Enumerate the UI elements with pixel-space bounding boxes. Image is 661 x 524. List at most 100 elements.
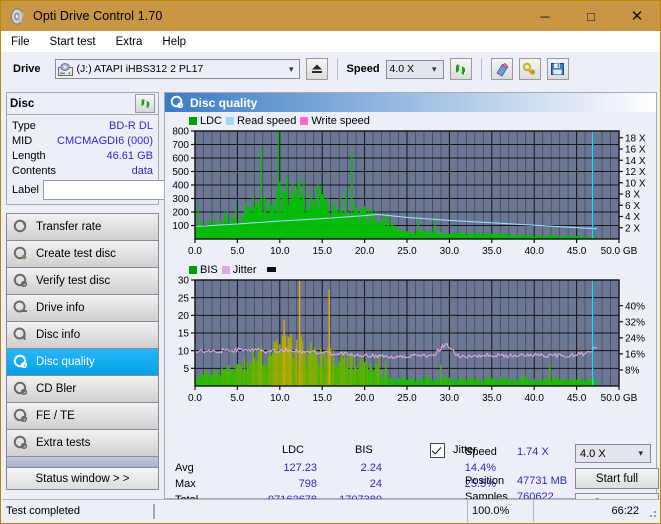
refresh-icon	[141, 98, 149, 109]
disc-row-type: Type BD-R DL	[12, 118, 153, 133]
resize-grip-icon[interactable]	[643, 504, 657, 518]
sidebar-item-transfer-rate[interactable]: Transfer rate	[7, 214, 158, 241]
drive-label: Drive	[13, 63, 41, 75]
speed-stat-label: Speed	[465, 446, 497, 458]
toolbar-divider-1	[336, 58, 338, 80]
disc-panel-title: Disc	[10, 97, 35, 110]
maximize-button[interactable]: □	[568, 1, 614, 31]
svg-text:8%: 8%	[625, 366, 640, 377]
svg-text:200: 200	[172, 208, 189, 219]
disc-key: Length	[12, 149, 46, 162]
speed-select[interactable]: 4.0 X ▾	[385, 59, 444, 79]
disc-quality-panel: Disc quality LDC Read speed Write speed	[164, 92, 659, 514]
drive-select[interactable]: (J:) ATAPI iHBS312 2 PL17 ▾	[54, 59, 300, 79]
extra-tests-icon	[13, 435, 28, 452]
app-window: Opti Drive Control 1.70 ─ □ ✕ File Start…	[0, 0, 661, 524]
svg-text:35.0: 35.0	[482, 246, 502, 257]
start-full-button[interactable]: Start full	[575, 468, 659, 489]
legend-bottom-chart: BIS Jitter	[165, 259, 656, 276]
status-window-button[interactable]: Status window > >	[6, 468, 159, 490]
save-button[interactable]	[546, 58, 569, 80]
minimize-button[interactable]: ─	[522, 1, 568, 31]
svg-text:40.0: 40.0	[524, 393, 544, 404]
speed-stat-value: 1.74 X	[517, 446, 549, 458]
sidebar-item-disc-info[interactable]: Disc info	[7, 322, 158, 349]
sidebar-item-label: Disc quality	[36, 356, 95, 368]
nav-spacer	[7, 457, 158, 468]
status-message: Test completed	[6, 505, 80, 517]
svg-text:30.0: 30.0	[440, 393, 460, 404]
panel-header: Disc quality	[165, 93, 656, 112]
disc-key: Type	[12, 119, 36, 132]
stats-header-ldc: LDC	[282, 444, 305, 456]
svg-text:4 X: 4 X	[625, 212, 640, 223]
svg-text:32%: 32%	[625, 317, 645, 328]
sidebar-item-cd-bler[interactable]: CD Bler	[7, 376, 158, 403]
stats-header-bis: BIS	[355, 444, 373, 456]
disc-row-contents: Contents data	[12, 163, 153, 178]
refresh-button[interactable]	[449, 58, 472, 80]
legend-item-ldc: LDC	[189, 115, 222, 127]
svg-text:30.0: 30.0	[440, 246, 460, 257]
test-speed-select[interactable]: 4.0 X ▾	[575, 444, 651, 463]
stats-row-max-label: Max	[175, 478, 196, 490]
eject-button[interactable]	[305, 58, 328, 80]
disc-refresh-button[interactable]	[135, 94, 155, 113]
menu-file[interactable]: File	[8, 35, 33, 49]
disc-value: 46.61 GB	[106, 149, 153, 162]
menu-help[interactable]: Help	[159, 35, 189, 49]
stats-row-avg-label: Avg	[175, 462, 194, 474]
sidebar-item-create-test-disc[interactable]: Create test disc	[7, 241, 158, 268]
progress-bar	[153, 503, 155, 519]
elapsed-time: 66:22	[533, 500, 643, 522]
ldc-chart: 100 200 300 400 500 600 700 800 2 X4 X6 X8 X 10 X…	[165, 127, 656, 259]
svg-text:20: 20	[178, 311, 190, 322]
sidebar-item-label: Create test disc	[36, 248, 116, 260]
close-button[interactable]: ✕	[614, 1, 660, 31]
jitter-checkbox[interactable]	[430, 443, 445, 458]
legend-item-read-speed: Read speed	[226, 115, 296, 127]
fe-te-icon	[13, 408, 28, 425]
sidebar-item-label: FE / TE	[36, 410, 75, 422]
sidebar-item-fe-te[interactable]: FE / TE	[7, 403, 158, 430]
sidebar-item-label: Disc info	[36, 329, 81, 341]
progress-percent: 100.0%	[467, 500, 533, 522]
title-bar: Opti Drive Control 1.70 ─ □ ✕	[1, 1, 660, 31]
menu-extra[interactable]: Extra	[113, 35, 146, 49]
tools-icon	[522, 62, 535, 75]
svg-text:500: 500	[172, 167, 189, 178]
disc-value: BD-R DL	[108, 119, 153, 132]
svg-text:600: 600	[172, 154, 189, 165]
tools-button[interactable]	[518, 58, 541, 80]
window-controls: ─ □ ✕	[522, 1, 660, 31]
svg-text:30: 30	[178, 276, 190, 287]
sidebar-item-extra-tests[interactable]: Extra tests	[7, 430, 158, 457]
svg-text:40%: 40%	[625, 301, 645, 312]
chevron-down-icon: ▾	[638, 448, 643, 458]
legend-label: Read speed	[237, 114, 297, 127]
legend-item-jitter: Jitter	[221, 264, 257, 276]
sidebar-item-verify-test-disc[interactable]: Verify test disc	[7, 268, 158, 295]
eject-icon	[311, 64, 322, 73]
sidebar-item-drive-info[interactable]: Drive info	[7, 295, 158, 322]
sidebar-item-disc-quality[interactable]: Disc quality	[7, 349, 158, 376]
svg-text:50.0 GB: 50.0 GB	[601, 393, 638, 404]
main-body: Disc Type BD-R DL MID CMCMAGDI6 (000) Le…	[2, 86, 659, 514]
stats-max-bis: 24	[369, 478, 382, 490]
erase-button[interactable]	[490, 58, 513, 80]
nav-list: Transfer rate Create test disc Verify te…	[6, 213, 159, 468]
svg-text:12 X: 12 X	[625, 167, 646, 178]
menu-start-test[interactable]: Start test	[47, 35, 99, 49]
svg-text:50.0 GB: 50.0 GB	[601, 246, 638, 257]
bis-jitter-chart-svg: 5 10 15 20 25 30 8% 16% 24% 32% 40% 0.0 5.0 10.0 15.0 2…	[178, 276, 645, 404]
svg-text:45.0: 45.0	[567, 393, 587, 404]
svg-text:40.0: 40.0	[524, 246, 544, 257]
refresh-icon	[456, 63, 466, 75]
disc-key: Contents	[12, 164, 57, 177]
cd-bler-icon	[13, 381, 28, 398]
disc-key: MID	[12, 134, 33, 147]
save-icon	[551, 63, 565, 75]
sidebar-item-label: Extra tests	[36, 437, 91, 449]
progress-bar-cell	[150, 500, 467, 522]
disc-info-panel: Disc Type BD-R DL MID CMCMAGDI6 (000) Le…	[6, 92, 247, 205]
